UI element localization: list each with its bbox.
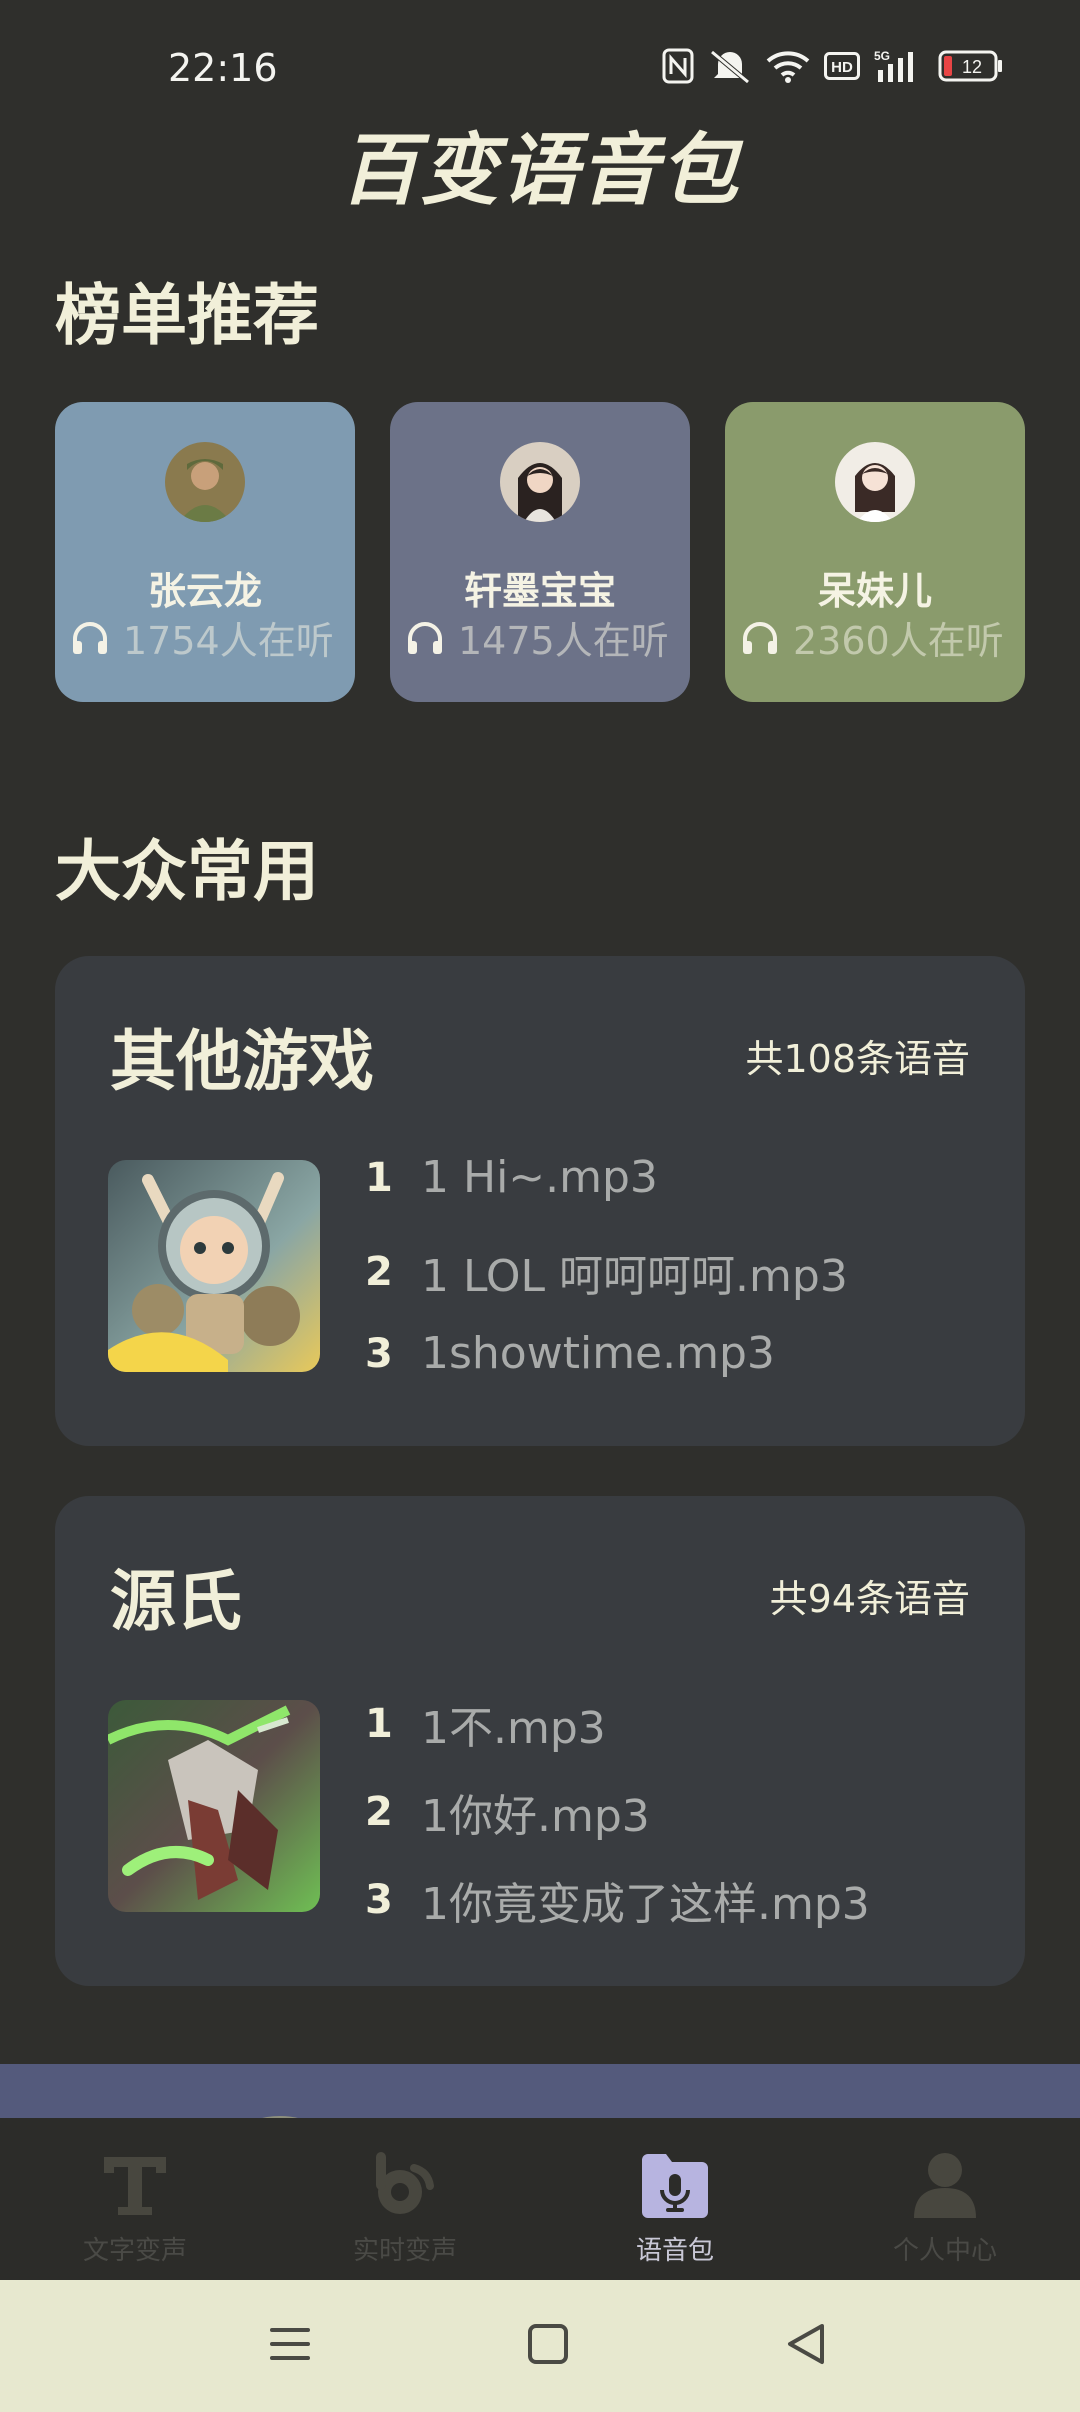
svg-text:HD: HD	[831, 59, 853, 76]
wifi-icon	[766, 51, 810, 83]
track-title: 1你好.mp3	[421, 1791, 650, 1842]
status-time: 22:16	[168, 46, 278, 90]
ranking-name: 张云龙	[147, 569, 262, 613]
battery-icon: 12	[938, 50, 1002, 82]
nav-tab-text-voice[interactable]: 文字变声	[0, 2148, 270, 2267]
bottom-nav: 文字变声 实时变声 语音包 个人中心	[0, 2118, 1080, 2280]
voice-pack-card-2[interactable]: 源氏 共94条语音 1 1不.mp3 2 1你好.mp3 3 1你竟变成了这样.…	[55, 1496, 1025, 1986]
svg-text:12: 12	[962, 57, 982, 77]
avatar	[165, 442, 245, 522]
voice-pack-card-1[interactable]: 其他游戏 共108条语音 1 1 Hi~.mp3 2 1 LOL 呵呵呵呵.mp…	[55, 956, 1025, 1446]
ranking-listeners: 1475人在听	[406, 610, 690, 665]
track-index: 1	[365, 1154, 393, 1201]
app-title: 百变语音包	[339, 125, 740, 216]
home-icon[interactable]	[526, 2322, 570, 2366]
track-title: 1 LOL 呵呵呵呵.mp3	[421, 1251, 848, 1302]
nav-tab-profile[interactable]: 个人中心	[810, 2148, 1080, 2267]
ranking-listeners: 2360人在听	[741, 610, 1025, 665]
ranking-card-2[interactable]: 轩墨宝宝 1475人在听	[390, 402, 690, 702]
track-index: 2	[365, 1789, 393, 1835]
listeners-count: 1754人在听	[123, 619, 334, 663]
avatar	[835, 442, 915, 522]
pack-track-item[interactable]: 3 1你竟变成了这样.mp3	[365, 1868, 870, 1932]
signal-5g-icon: 5G	[874, 49, 913, 82]
pack-cover-image	[108, 1160, 320, 1372]
listeners-count: 2360人在听	[793, 619, 1004, 663]
back-icon[interactable]	[784, 2322, 828, 2366]
mute-icon	[710, 50, 750, 84]
track-index: 1	[365, 1701, 393, 1747]
nav-label: 实时变声	[352, 2236, 457, 2266]
track-index: 3	[365, 1877, 393, 1923]
nav-label: 个人中心	[892, 2236, 997, 2266]
track-title: 1不.mp3	[421, 1703, 606, 1754]
mini-player-bar[interactable]	[0, 2064, 1080, 2126]
profile-icon	[914, 2153, 976, 2218]
track-title: 1 Hi~.mp3	[421, 1152, 658, 1203]
nav-tab-voice-pack[interactable]: 语音包	[540, 2148, 810, 2267]
menu-icon[interactable]	[268, 2322, 312, 2366]
track-index: 2	[365, 1249, 393, 1295]
pack-track-item[interactable]: 1 1 Hi~.mp3	[365, 1152, 658, 1203]
headphones-icon	[73, 621, 107, 654]
nav-label: 文字变声	[82, 2236, 187, 2266]
avatar	[500, 442, 580, 522]
hd-icon: HD	[824, 52, 860, 80]
system-nav-bar	[0, 2280, 1080, 2412]
nav-label: 语音包	[635, 2236, 714, 2266]
pack-track-item[interactable]: 2 1你好.mp3	[365, 1780, 650, 1844]
ranking-card-3[interactable]: 呆妹儿 2360人在听	[725, 402, 1025, 702]
svg-text:5G: 5G	[874, 49, 890, 63]
headphones-icon	[408, 621, 442, 654]
headphones-icon	[743, 621, 777, 654]
pack-track-item[interactable]: 3 1showtime.mp3	[365, 1328, 775, 1379]
status-icons: HD 5G 12	[662, 48, 1004, 84]
pack-name: 其他游戏	[110, 1023, 374, 1100]
nfc-icon	[662, 48, 694, 84]
text-voice-icon	[104, 2157, 166, 2215]
pack-count: 共108条语音	[745, 1037, 970, 1081]
track-title: 1showtime.mp3	[421, 1328, 775, 1379]
pack-count: 共94条语音	[769, 1577, 970, 1621]
listeners-count: 1475人在听	[458, 619, 669, 663]
track-title: 1你竟变成了这样.mp3	[421, 1879, 870, 1930]
ranking-card-1[interactable]: 张云龙 1754人在听	[55, 402, 355, 702]
pack-track-item[interactable]: 2 1 LOL 呵呵呵呵.mp3	[365, 1240, 848, 1304]
track-index: 3	[365, 1330, 393, 1377]
pack-cover-image	[108, 1700, 320, 1912]
ranking-name: 轩墨宝宝	[463, 569, 616, 613]
popular-section-title: 大众常用	[55, 833, 319, 910]
ranking-listeners: 1754人在听	[71, 610, 355, 665]
pack-name: 源氏	[110, 1563, 242, 1640]
voice-pack-icon	[642, 2154, 708, 2218]
nav-tab-realtime-voice[interactable]: 实时变声	[270, 2148, 540, 2267]
realtime-voice-icon	[376, 2152, 434, 2214]
ranking-name: 呆妹儿	[817, 569, 932, 613]
pack-track-item[interactable]: 1 1不.mp3	[365, 1692, 606, 1756]
ranking-section-title: 榜单推荐	[55, 277, 319, 354]
